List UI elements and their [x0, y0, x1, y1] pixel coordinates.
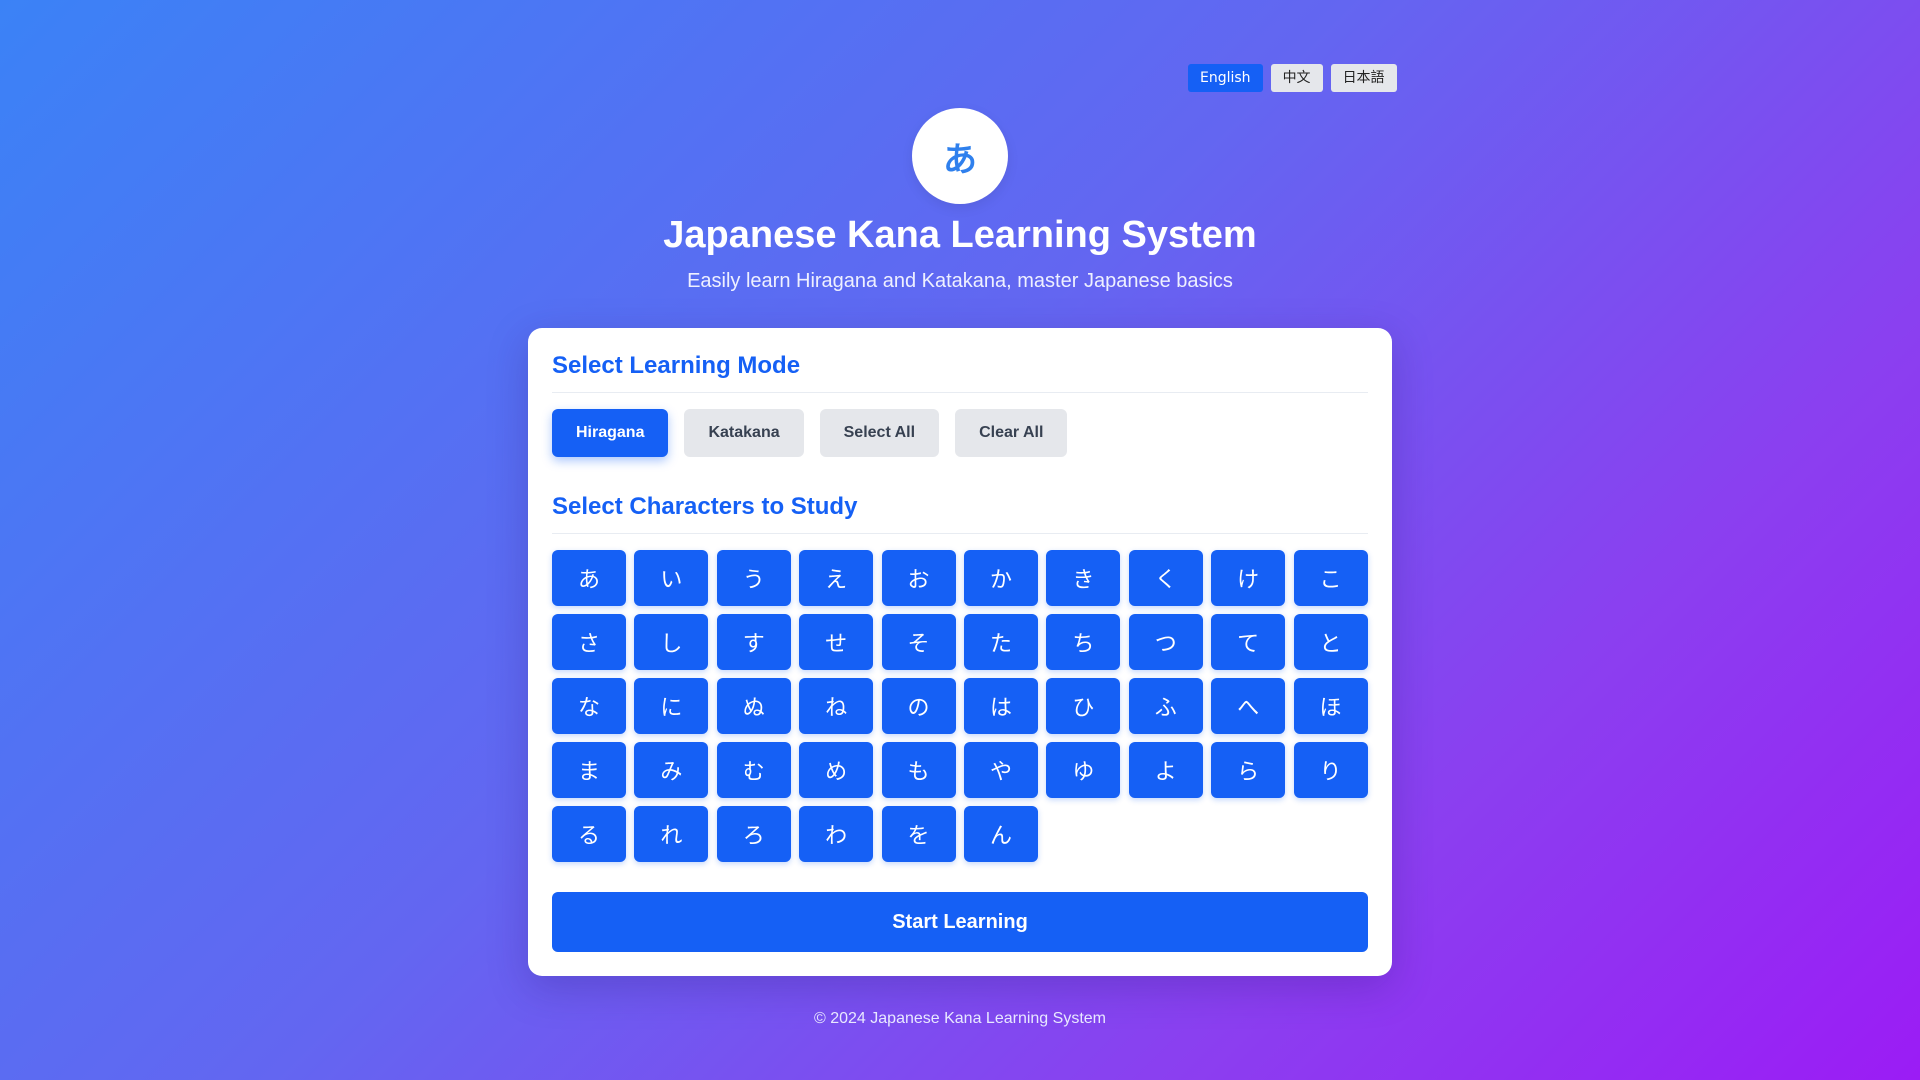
app-logo: あ	[912, 108, 1008, 204]
kana-char-button[interactable]: む	[716, 742, 791, 798]
kana-char-button[interactable]: へ	[1211, 678, 1286, 734]
lang-chinese-button[interactable]: 中文	[1270, 64, 1323, 92]
kana-char-button[interactable]: つ	[1128, 614, 1203, 670]
kana-char-button[interactable]: わ	[799, 806, 874, 862]
kana-char-button[interactable]: す	[716, 614, 791, 670]
footer-copyright: © 2024 Japanese Kana Learning System	[814, 1010, 1106, 1027]
katakana-mode-button[interactable]: Katakana	[684, 409, 804, 457]
kana-char-button[interactable]: え	[799, 550, 874, 606]
mode-section-title: Select Learning Mode	[552, 352, 1368, 393]
kana-char-button[interactable]: る	[552, 806, 626, 862]
kana-char-button[interactable]: め	[799, 742, 874, 798]
kana-char-button[interactable]: し	[634, 614, 709, 670]
kana-char-button[interactable]: ほ	[1293, 678, 1368, 734]
kana-char-button[interactable]: も	[881, 742, 956, 798]
kana-char-button[interactable]: う	[716, 550, 791, 606]
mode-button-row: Hiragana Katakana Select All Clear All	[552, 409, 1368, 457]
select-all-button[interactable]: Select All	[819, 409, 940, 457]
kana-char-button[interactable]: ぬ	[716, 678, 791, 734]
kana-char-button[interactable]: ん	[963, 806, 1038, 862]
kana-char-button[interactable]: せ	[799, 614, 874, 670]
kana-char-button[interactable]: か	[963, 550, 1038, 606]
kana-char-button[interactable]: ろ	[716, 806, 791, 862]
hiragana-mode-button[interactable]: Hiragana	[552, 409, 669, 457]
characters-section: Select Characters to Study あいうえおかきくけこさしす…	[552, 493, 1368, 862]
kana-char-button[interactable]: た	[963, 614, 1038, 670]
kana-char-button[interactable]: は	[963, 678, 1038, 734]
kana-char-button[interactable]: く	[1128, 550, 1203, 606]
kana-char-button[interactable]: ま	[552, 742, 626, 798]
start-learning-button[interactable]: Start Learning	[552, 892, 1368, 952]
kana-char-button[interactable]: ふ	[1128, 678, 1203, 734]
kana-char-button[interactable]: こ	[1293, 550, 1368, 606]
lang-english-button[interactable]: English	[1188, 64, 1263, 92]
clear-all-button[interactable]: Clear All	[955, 409, 1068, 457]
kana-char-button[interactable]: に	[634, 678, 709, 734]
kana-char-button[interactable]: お	[881, 550, 956, 606]
kana-char-button[interactable]: き	[1046, 550, 1121, 606]
kana-char-button[interactable]: ち	[1046, 614, 1121, 670]
kana-char-button[interactable]: や	[963, 742, 1038, 798]
kana-char-button[interactable]: よ	[1128, 742, 1203, 798]
kana-char-button[interactable]: な	[552, 678, 626, 734]
mode-section: Select Learning Mode Hiragana Katakana S…	[552, 352, 1368, 457]
learning-setup-card: Select Learning Mode Hiragana Katakana S…	[528, 328, 1392, 976]
kana-char-button[interactable]: て	[1211, 614, 1286, 670]
kana-char-button[interactable]: を	[881, 806, 956, 862]
kana-char-button[interactable]: さ	[552, 614, 626, 670]
kana-char-button[interactable]: れ	[634, 806, 709, 862]
lang-japanese-button[interactable]: 日本語	[1330, 64, 1397, 92]
page-subtitle: Easily learn Hiragana and Katakana, mast…	[687, 270, 1233, 292]
kana-char-button[interactable]: み	[634, 742, 709, 798]
kana-char-button[interactable]: あ	[552, 550, 626, 606]
kana-char-button[interactable]: り	[1293, 742, 1368, 798]
page-title: Japanese Kana Learning System	[663, 214, 1257, 256]
kana-char-button[interactable]: ひ	[1046, 678, 1121, 734]
kana-char-button[interactable]: ね	[799, 678, 874, 734]
kana-char-button[interactable]: ら	[1211, 742, 1286, 798]
kana-char-button[interactable]: い	[634, 550, 709, 606]
character-grid: あいうえおかきくけこさしすせそたちつてとなにぬねのはひふへほまみむめもやゆよらり…	[552, 550, 1368, 862]
kana-char-button[interactable]: と	[1293, 614, 1368, 670]
kana-char-button[interactable]: そ	[881, 614, 956, 670]
kana-char-button[interactable]: け	[1211, 550, 1286, 606]
kana-char-button[interactable]: ゆ	[1046, 742, 1121, 798]
kana-char-button[interactable]: の	[881, 678, 956, 734]
language-switcher: English 中文 日本語	[1188, 64, 1397, 92]
characters-section-title: Select Characters to Study	[552, 493, 1368, 534]
